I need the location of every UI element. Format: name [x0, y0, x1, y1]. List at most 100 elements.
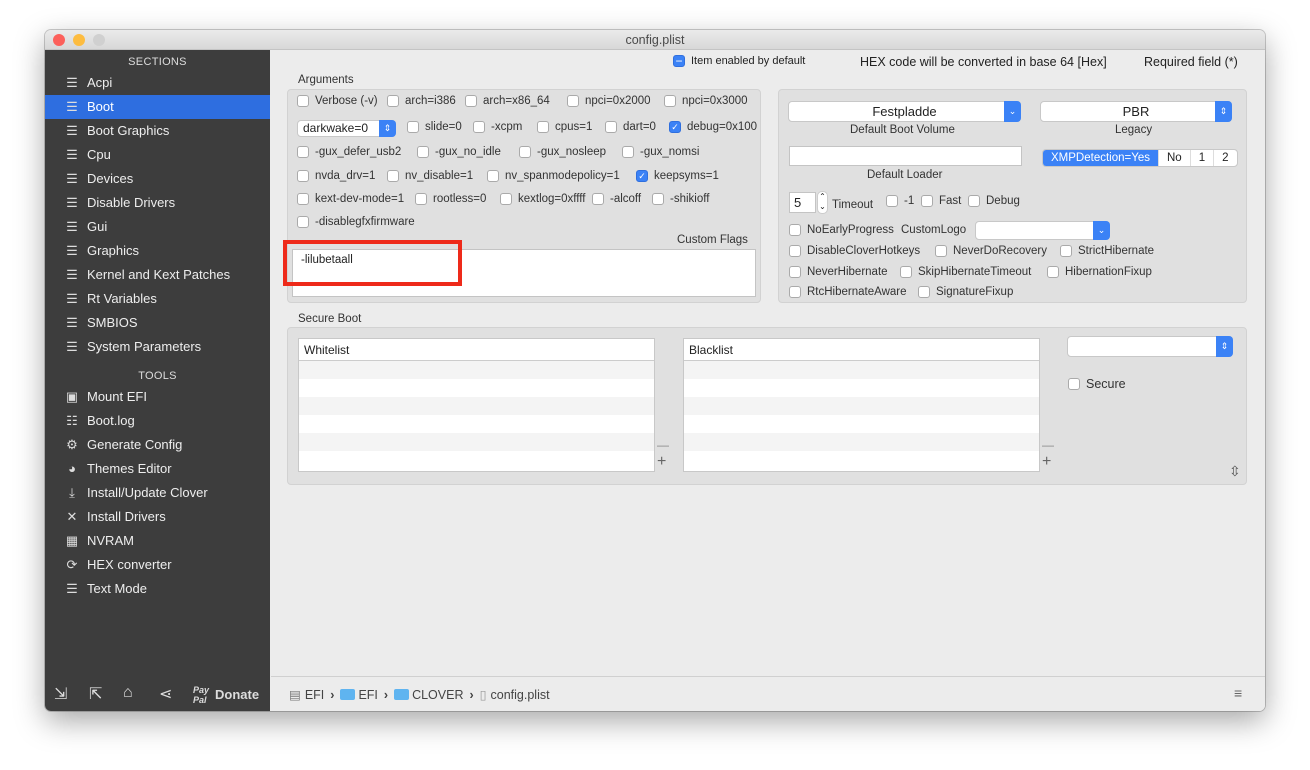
- arch-x86-64-checkbox[interactable]: arch=x86_64: [465, 95, 550, 107]
- import-icon[interactable]: ⇲: [54, 684, 67, 704]
- sidebar-item-disable-drivers[interactable]: ☰ Disable Drivers: [45, 191, 270, 215]
- sidebar-item-gui[interactable]: ☰ Gui: [45, 215, 270, 239]
- shikioff-checkbox[interactable]: -shikioff: [652, 193, 709, 205]
- skiphibernatetimeout-checkbox[interactable]: SkipHibernateTimeout: [900, 266, 1031, 278]
- add-blacklist-button[interactable]: +: [1042, 453, 1051, 471]
- path-item-config-plist[interactable]: config.plist: [491, 688, 550, 702]
- signaturefixup-checkbox[interactable]: SignatureFixup: [918, 286, 1013, 298]
- whitelist-table[interactable]: Whitelist: [298, 338, 655, 472]
- sidebar-item-label: System Parameters: [87, 339, 202, 354]
- default-loader-input[interactable]: [789, 146, 1022, 166]
- tool-item-generate-config[interactable]: ⚙ Generate Config: [45, 433, 270, 457]
- keepsyms-1-checkbox[interactable]: ✓ keepsyms=1: [636, 170, 719, 182]
- export-icon[interactable]: ⇱: [89, 684, 102, 704]
- dart-0-checkbox[interactable]: dart=0: [605, 121, 656, 133]
- blacklist-table[interactable]: Blacklist: [683, 338, 1040, 472]
- xmp-segmented-control[interactable]: XMPDetection=Yes No 1 2: [1042, 149, 1238, 167]
- 1-checkbox[interactable]: -1: [886, 195, 914, 207]
- sidebar-item-boot-graphics[interactable]: ☰ Boot Graphics: [45, 119, 270, 143]
- sidebar-item-graphics[interactable]: ☰ Graphics: [45, 239, 270, 263]
- tool-item-label: Install/Update Clover: [87, 485, 208, 500]
- sidebar-item-system-parameters[interactable]: ☰ System Parameters: [45, 335, 270, 359]
- npci-0x2000-checkbox[interactable]: npci=0x2000: [567, 95, 651, 107]
- tool-item-label: Themes Editor: [87, 461, 172, 476]
- disablegfxfirmware-checkbox[interactable]: -disablegfxfirmware: [297, 216, 415, 228]
- nvda-drv-1-checkbox[interactable]: nvda_drv=1: [297, 170, 375, 182]
- sidebar-item-kernel-and-kext-patches[interactable]: ☰ Kernel and Kext Patches: [45, 263, 270, 287]
- fast-checkbox[interactable]: Fast: [921, 195, 961, 207]
- tool-item-text-mode[interactable]: ☰ Text Mode: [45, 577, 270, 601]
- remove-whitelist-button[interactable]: —: [657, 438, 669, 452]
- neverdorecovery-checkbox[interactable]: NeverDoRecovery: [935, 245, 1047, 257]
- xmp-option-no[interactable]: No: [1157, 150, 1190, 166]
- stricthibernate-checkbox[interactable]: StrictHibernate: [1060, 245, 1154, 257]
- chevron-down-icon: ⌄: [1093, 221, 1110, 240]
- path-item-efi[interactable]: EFI: [305, 688, 324, 702]
- minimize-button[interactable]: [73, 34, 85, 46]
- share-icon[interactable]: ⋖: [159, 684, 172, 704]
- xmp-option-xmpdetection-yes[interactable]: XMPDetection=Yes: [1043, 150, 1158, 166]
- slide-0-label: slide=0: [425, 121, 462, 133]
- nv-spanmodepolicy-1-checkbox[interactable]: nv_spanmodepolicy=1: [487, 170, 620, 182]
- timeout-stepper[interactable]: ⌃ ⌄: [817, 191, 828, 214]
- legacy-select[interactable]: PBR ⇕: [1040, 101, 1232, 122]
- debug-0x100-checkbox[interactable]: ✓ debug=0x100: [669, 121, 757, 133]
- darkwake-select[interactable]: darkwake=0 ⇕: [297, 120, 396, 137]
- zoom-button[interactable]: [93, 34, 105, 46]
- sidebar-item-devices[interactable]: ☰ Devices: [45, 167, 270, 191]
- debug-checkbox[interactable]: Debug: [968, 195, 1020, 207]
- chip-icon: ▦: [65, 533, 79, 548]
- gux-no-idle-checkbox[interactable]: -gux_no_idle: [417, 146, 501, 158]
- home-icon[interactable]: ⌂: [123, 684, 133, 702]
- rtchibernateaware-checkbox[interactable]: RtcHibernateAware: [789, 286, 907, 298]
- sidebar-item-smbios[interactable]: ☰ SMBIOS: [45, 311, 270, 335]
- updown-icon: ⇕: [1216, 336, 1233, 357]
- tool-item-nvram[interactable]: ▦ NVRAM: [45, 529, 270, 553]
- timeout-input[interactable]: 5: [789, 192, 816, 213]
- sidebar-item-rt-variables[interactable]: ☰ Rt Variables: [45, 287, 270, 311]
- path-item-efi[interactable]: EFI: [358, 688, 377, 702]
- close-button[interactable]: [53, 34, 65, 46]
- secure-policy-select[interactable]: ⇕: [1067, 336, 1233, 357]
- menu-icon[interactable]: ≡: [1234, 685, 1242, 701]
- tool-item-hex-converter[interactable]: ⟳ HEX converter: [45, 553, 270, 577]
- sidebar-item-boot[interactable]: ☰ Boot: [45, 95, 270, 119]
- kext-dev-mode-1-checkbox[interactable]: kext-dev-mode=1: [297, 193, 404, 205]
- cpus-1-checkbox[interactable]: cpus=1: [537, 121, 592, 133]
- gux-defer-usb2-checkbox[interactable]: -gux_defer_usb2: [297, 146, 401, 158]
- resize-icon[interactable]: ⇳: [1229, 463, 1241, 480]
- alcoff-checkbox[interactable]: -alcoff: [592, 193, 641, 205]
- hibernationfixup-checkbox[interactable]: HibernationFixup: [1047, 266, 1152, 278]
- default-volume-select[interactable]: Festpladde ⌄: [788, 101, 1021, 122]
- remove-blacklist-button[interactable]: —: [1042, 438, 1054, 452]
- add-whitelist-button[interactable]: +: [657, 453, 666, 471]
- arch-i386-checkbox[interactable]: arch=i386: [387, 95, 456, 107]
- slide-0-checkbox[interactable]: slide=0: [407, 121, 462, 133]
- xmp-option-1[interactable]: 1: [1189, 150, 1213, 166]
- tool-item-install-update-clover[interactable]: ⤓ Install/Update Clover: [45, 481, 270, 505]
- custom-logo-select[interactable]: ⌄: [975, 221, 1110, 240]
- npci-0x3000-checkbox[interactable]: npci=0x3000: [664, 95, 748, 107]
- path-item-clover[interactable]: CLOVER: [412, 688, 463, 702]
- sidebar-item-cpu[interactable]: ☰ Cpu: [45, 143, 270, 167]
- nv-disable-1-checkbox[interactable]: nv_disable=1: [387, 170, 473, 182]
- xmp-option-2[interactable]: 2: [1213, 150, 1236, 166]
- no-early-progress-checkbox[interactable]: NoEarlyProgress: [789, 224, 894, 236]
- sidebar-item-acpi[interactable]: ☰ Acpi: [45, 71, 270, 95]
- verbose-v-checkbox[interactable]: Verbose (-v): [297, 95, 378, 107]
- kextlog-0xffff-checkbox[interactable]: kextlog=0xffff: [500, 193, 585, 205]
- secure-checkbox[interactable]: Secure: [1068, 377, 1126, 391]
- xcpm-checkbox[interactable]: -xcpm: [473, 121, 522, 133]
- donate-button[interactable]: Donate: [215, 687, 259, 702]
- tool-item-install-drivers[interactable]: ✕ Install Drivers: [45, 505, 270, 529]
- tool-item-mount-efi[interactable]: ▣ Mount EFI: [45, 385, 270, 409]
- gux-nosleep-checkbox[interactable]: -gux_nosleep: [519, 146, 606, 158]
- disablecloverhotkeys-checkbox[interactable]: DisableCloverHotkeys: [789, 245, 920, 257]
- tool-item-themes-editor[interactable]: ◕ Themes Editor: [45, 457, 270, 481]
- rootless-0-checkbox[interactable]: rootless=0: [415, 193, 486, 205]
- checkbox-icon: [417, 146, 429, 158]
- paypal-logo[interactable]: Pay Pal: [193, 685, 215, 705]
- neverhibernate-checkbox[interactable]: NeverHibernate: [789, 266, 888, 278]
- tool-item-boot-log[interactable]: ☷ Boot.log: [45, 409, 270, 433]
- gux-nomsi-checkbox[interactable]: -gux_nomsi: [622, 146, 699, 158]
